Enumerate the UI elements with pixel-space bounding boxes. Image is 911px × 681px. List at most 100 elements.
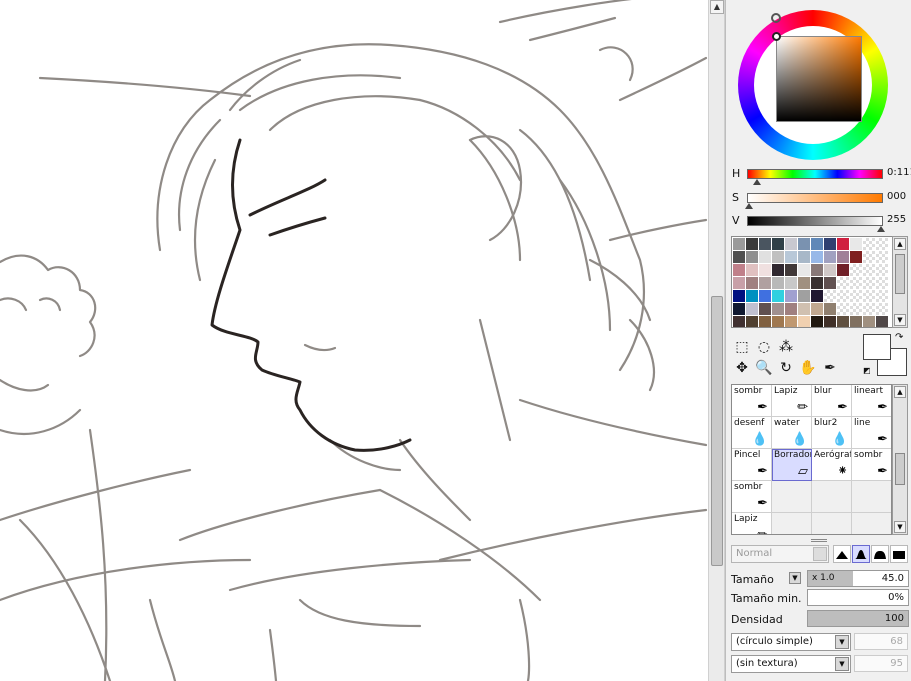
palette-swatch[interactable] (746, 277, 758, 289)
brush-slot[interactable]: Lapiz ✏ (772, 385, 812, 417)
palette-swatch[interactable] (863, 316, 875, 327)
palette-swatch[interactable] (785, 303, 797, 315)
palette-swatch[interactable] (863, 303, 875, 315)
palette-swatch[interactable] (837, 238, 849, 250)
brush-slot[interactable]: blur ✒ (812, 385, 852, 417)
palette-swatch[interactable] (772, 264, 784, 276)
palette-swatch[interactable] (798, 264, 810, 276)
brush-scroll-up-icon[interactable]: ▲ (894, 386, 906, 398)
palette-swatch[interactable] (746, 316, 758, 327)
empty-brush-slot[interactable] (772, 481, 812, 513)
palette-swatch[interactable] (876, 238, 888, 250)
palette-swatch[interactable] (811, 238, 823, 250)
palette-swatch[interactable] (811, 303, 823, 315)
brush-scrollbar[interactable]: ▲ ▼ (892, 384, 908, 535)
brush-slot[interactable]: Pincel ✒ (732, 449, 772, 481)
palette-swatch[interactable] (733, 264, 745, 276)
palette-swatch[interactable] (850, 303, 862, 315)
palette-swatch[interactable] (876, 303, 888, 315)
palette-swatch[interactable] (824, 264, 836, 276)
hand-icon[interactable]: ✋ (799, 359, 817, 377)
move-icon[interactable]: ✥ (733, 359, 751, 377)
palette-swatch[interactable] (785, 238, 797, 250)
palette-swatch[interactable] (759, 264, 771, 276)
palette-swatch[interactable] (772, 238, 784, 250)
palette-scroll-up-icon[interactable]: ▲ (894, 238, 906, 250)
brush-slot[interactable]: line ✒ (852, 417, 891, 449)
brush-slot[interactable]: sombr ✒ (732, 481, 772, 513)
saturation-caret-icon[interactable] (745, 203, 753, 209)
palette-swatch[interactable] (733, 251, 745, 263)
palette-swatch[interactable] (772, 251, 784, 263)
brush-slot[interactable]: Borrador ▱ (772, 449, 812, 481)
palette-swatch[interactable] (876, 316, 888, 327)
brush-shape-select[interactable]: (círculo simple) ▼ (731, 633, 851, 651)
value-slider[interactable] (747, 216, 883, 226)
empty-brush-slot[interactable] (812, 481, 852, 513)
size-multiplier-dropdown-icon[interactable]: ▼ (789, 572, 801, 584)
palette-swatch[interactable] (798, 238, 810, 250)
drawing-canvas[interactable] (0, 0, 708, 681)
palette-swatch[interactable] (785, 316, 797, 327)
palette-swatch[interactable] (759, 251, 771, 263)
select-rect-icon[interactable]: ⬚ (733, 338, 751, 356)
density-slider[interactable]: 100 (807, 610, 909, 627)
brush-slot[interactable]: sombr ✒ (732, 385, 772, 417)
lasso-icon[interactable]: ◌ (755, 338, 773, 356)
palette-swatch[interactable] (746, 251, 758, 263)
palette-swatch[interactable] (824, 316, 836, 327)
empty-brush-slot[interactable] (852, 481, 891, 513)
palette-swatch[interactable] (759, 290, 771, 302)
palette-swatch[interactable] (746, 290, 758, 302)
palette-swatch[interactable] (759, 316, 771, 327)
palette-swatch[interactable] (733, 316, 745, 327)
palette-swatch[interactable] (785, 251, 797, 263)
palette-swatch[interactable] (863, 238, 875, 250)
rotate-icon[interactable]: ↻ (777, 359, 795, 377)
canvas-vertical-scrollbar[interactable]: ▲ (708, 0, 725, 681)
palette-scroll-thumb[interactable] (895, 254, 905, 294)
palette-swatch[interactable] (876, 277, 888, 289)
palette-swatch[interactable] (811, 290, 823, 302)
palette-swatch[interactable] (798, 251, 810, 263)
brush-slot[interactable]: desenf 💧 (732, 417, 772, 449)
color-wheel[interactable] (738, 10, 888, 160)
texture-dropdown-icon[interactable]: ▼ (835, 657, 849, 671)
palette-swatch[interactable] (798, 303, 810, 315)
palette-swatch[interactable] (733, 290, 745, 302)
edge-medium-button[interactable] (871, 545, 889, 563)
sv-selector-icon[interactable] (772, 32, 781, 41)
palette-swatch[interactable] (824, 303, 836, 315)
canvas-scroll-thumb[interactable] (711, 296, 723, 566)
blend-dropdown-icon[interactable] (813, 547, 827, 561)
palette-swatch[interactable] (811, 251, 823, 263)
palette-swatch[interactable] (746, 238, 758, 250)
palette-swatch[interactable] (850, 316, 862, 327)
palette-swatch[interactable] (759, 238, 771, 250)
palette-swatch[interactable] (863, 290, 875, 302)
empty-brush-slot[interactable] (812, 513, 852, 534)
palette-swatch[interactable] (811, 316, 823, 327)
saturation-value-square[interactable] (776, 36, 862, 122)
palette-swatch[interactable] (837, 251, 849, 263)
palette-swatch[interactable] (863, 277, 875, 289)
scroll-up-arrow-icon[interactable]: ▲ (710, 0, 724, 14)
palette-swatch[interactable] (746, 303, 758, 315)
palette-swatch[interactable] (824, 251, 836, 263)
palette-swatch[interactable] (733, 277, 745, 289)
palette-swatch[interactable] (746, 264, 758, 276)
brush-scroll-thumb[interactable] (895, 453, 905, 485)
palette-swatch[interactable] (798, 277, 810, 289)
palette-swatch[interactable] (759, 277, 771, 289)
palette-swatch[interactable] (824, 277, 836, 289)
brush-slot[interactable]: Lapiz ✏ (732, 513, 772, 534)
palette-swatch[interactable] (876, 251, 888, 263)
palette-swatch[interactable] (772, 303, 784, 315)
eyedropper-icon[interactable]: ✒ (821, 359, 839, 377)
palette-swatch[interactable] (876, 290, 888, 302)
palette-swatch[interactable] (772, 290, 784, 302)
value-caret-icon[interactable] (877, 226, 885, 232)
palette-swatch[interactable] (837, 290, 849, 302)
edge-soft-button[interactable] (852, 545, 870, 563)
palette-swatch[interactable] (876, 264, 888, 276)
